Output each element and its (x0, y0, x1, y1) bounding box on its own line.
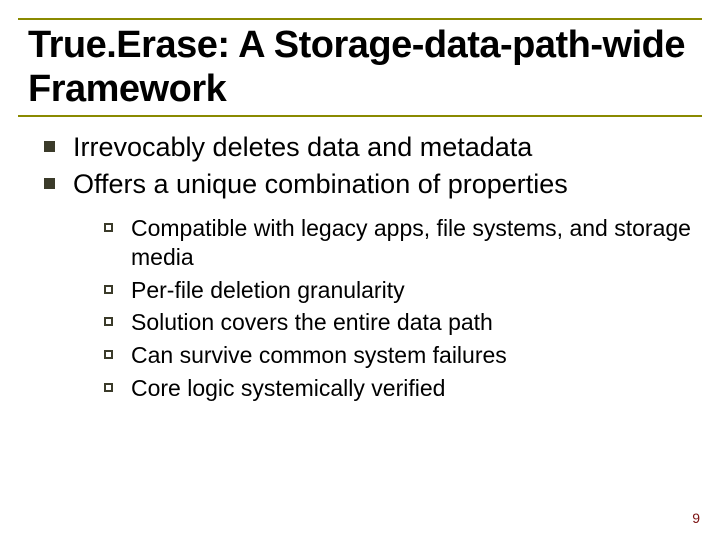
hollow-square-bullet-icon (104, 285, 113, 294)
bullet-text: Irrevocably deletes data and metadata (73, 131, 532, 163)
bullet-level1: Offers a unique combination of propertie… (44, 168, 692, 200)
slide-title: True.Erase: A Storage-data-path-wide Fra… (28, 24, 692, 111)
bullet-text: Offers a unique combination of propertie… (73, 168, 568, 200)
square-bullet-icon (44, 141, 55, 152)
hollow-square-bullet-icon (104, 350, 113, 359)
sub-bullets: Compatible with legacy apps, file system… (44, 214, 692, 403)
bullet-level2: Solution covers the entire data path (104, 308, 692, 337)
hollow-square-bullet-icon (104, 223, 113, 232)
bullet-level2: Compatible with legacy apps, file system… (104, 214, 692, 272)
hollow-square-bullet-icon (104, 383, 113, 392)
bullet-level2: Can survive common system failures (104, 341, 692, 370)
title-rule-top (18, 18, 702, 20)
bullet-text: Core logic systemically verified (131, 374, 445, 403)
bullet-level1: Irrevocably deletes data and metadata (44, 131, 692, 163)
page-number: 9 (692, 510, 700, 526)
bullet-text: Compatible with legacy apps, file system… (131, 214, 692, 272)
slide-body: Irrevocably deletes data and metadata Of… (28, 131, 692, 402)
bullet-level2: Per-file deletion granularity (104, 276, 692, 305)
bullet-level2: Core logic systemically verified (104, 374, 692, 403)
title-rule-bottom (18, 115, 702, 117)
slide: True.Erase: A Storage-data-path-wide Fra… (0, 0, 720, 540)
square-bullet-icon (44, 178, 55, 189)
bullet-text: Per-file deletion granularity (131, 276, 405, 305)
bullet-text: Solution covers the entire data path (131, 308, 493, 337)
hollow-square-bullet-icon (104, 317, 113, 326)
bullet-text: Can survive common system failures (131, 341, 507, 370)
